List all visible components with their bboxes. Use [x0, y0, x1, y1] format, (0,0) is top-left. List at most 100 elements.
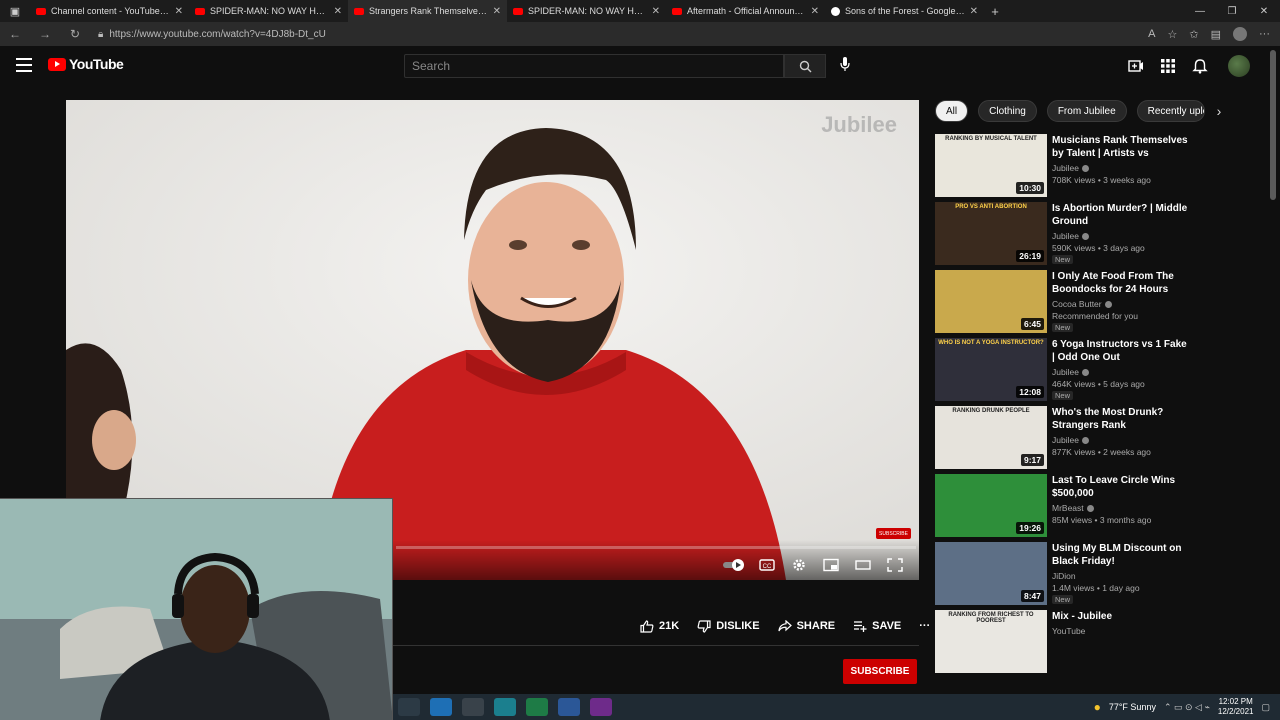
recommended-video[interactable]: 8:47 Using My BLM Discount on Black Frida…	[935, 542, 1265, 610]
calculator-icon[interactable]	[526, 698, 548, 716]
close-tab-icon[interactable]: ✕	[175, 6, 183, 17]
theater-mode-icon[interactable]	[855, 558, 871, 572]
recommended-video[interactable]: 6:45 I Only Ate Food From The Boondocks f…	[935, 270, 1265, 338]
youtube-logo[interactable]: YouTube	[48, 56, 124, 72]
collections-icon[interactable]: ▤	[1211, 28, 1221, 41]
browser-tab[interactable]: SPIDER-MAN: NO WAY HOME (2021) ✕	[189, 0, 348, 22]
dislike-button[interactable]: DISLIKE	[697, 619, 760, 633]
video-title[interactable]: Is Abortion Murder? | Middle Ground	[1052, 202, 1192, 228]
channel-name[interactable]: Cocoa Butter	[1052, 298, 1192, 310]
more-actions-icon[interactable]: ···	[919, 620, 930, 632]
browser-tab[interactable]: SPIDER-MAN: NO WAY HOME (2021) ✕	[507, 0, 666, 22]
channel-name[interactable]: Jubilee	[1052, 162, 1192, 174]
miniplayer-icon[interactable]	[823, 558, 839, 572]
account-avatar[interactable]	[1228, 55, 1250, 77]
channel-name[interactable]: Jubilee	[1052, 434, 1192, 446]
back-icon[interactable]: ←	[0, 27, 30, 41]
close-tab-icon[interactable]: ✕	[652, 6, 660, 17]
video-thumbnail[interactable]: RANKING FROM RICHEST TO POOREST	[935, 610, 1047, 673]
apps-grid-icon[interactable]	[1160, 58, 1176, 74]
chip-clothing[interactable]: Clothing	[978, 100, 1037, 122]
microphone-button[interactable]	[836, 56, 854, 76]
search-button[interactable]	[784, 54, 826, 78]
subscribe-overlay-button[interactable]: SUBSCRIBE	[876, 528, 911, 539]
tab-actions-icon[interactable]: ▣	[0, 0, 30, 22]
channel-name[interactable]: Jubilee	[1052, 366, 1192, 378]
recommended-video[interactable]: RANKING DRUNK PEOPLE 9:17 Who's the Most D…	[935, 406, 1265, 474]
url-field[interactable]: 🔒︎ https://www.youtube.com/watch?v=4DJ8b…	[98, 25, 1058, 43]
video-title[interactable]: 6 Yoga Instructors vs 1 Fake | Odd One O…	[1052, 338, 1192, 364]
word-icon[interactable]	[558, 698, 580, 716]
weather-text[interactable]: 77°F Sunny	[1109, 702, 1156, 712]
close-tab-icon[interactable]: ✕	[811, 6, 819, 17]
notifications-bell-icon[interactable]	[1192, 58, 1208, 74]
channel-name[interactable]: MrBeast	[1052, 502, 1192, 514]
close-tab-icon[interactable]: ✕	[334, 6, 342, 17]
video-thumbnail[interactable]: WHO IS NOT A YOGA INSTRUCTOR? 12:08	[935, 338, 1047, 401]
video-thumbnail[interactable]: RANKING BY MUSICAL TALENT 10:30	[935, 134, 1047, 197]
recommended-video[interactable]: 19:26 Last To Leave Circle Wins $500,000 M…	[935, 474, 1265, 542]
share-button[interactable]: SHARE	[777, 620, 835, 632]
edge-dev-icon[interactable]	[494, 698, 516, 716]
profile-avatar[interactable]	[1233, 27, 1247, 41]
recommended-video[interactable]: WHO IS NOT A YOGA INSTRUCTOR? 12:08 6 Yoga…	[935, 338, 1265, 406]
minimize-icon[interactable]: —	[1184, 6, 1216, 17]
create-video-icon[interactable]	[1128, 58, 1144, 74]
video-title[interactable]: I Only Ate Food From The Boondocks for 2…	[1052, 270, 1192, 296]
video-title[interactable]: Mix - Jubilee	[1052, 610, 1192, 623]
video-title[interactable]: Using My BLM Discount on Black Friday!	[1052, 542, 1192, 568]
editor-app-icon[interactable]	[590, 698, 612, 716]
maximize-icon[interactable]: ❐	[1216, 6, 1248, 17]
browser-tab-active[interactable]: Strangers Rank Themselves Richest ✕	[348, 0, 507, 22]
tray-icons[interactable]: ⌃ ▭ ⊙ ◁ ⌁	[1164, 702, 1210, 713]
browser-tab[interactable]: Channel content - YouTube Studio ✕	[30, 0, 189, 22]
channel-watermark[interactable]: Jubilee	[821, 112, 897, 138]
chip-from-jubilee[interactable]: From Jubilee	[1046, 100, 1127, 122]
favorite-star-icon[interactable]: ☆	[1168, 28, 1178, 41]
obs-icon[interactable]	[462, 698, 484, 716]
channel-name[interactable]: JiDion	[1052, 570, 1192, 582]
autoplay-toggle-icon[interactable]	[722, 558, 746, 572]
like-button[interactable]: 21K	[640, 619, 679, 633]
close-window-icon[interactable]: ✕	[1248, 6, 1280, 17]
chip-all[interactable]: All	[935, 100, 969, 122]
clock[interactable]: 12:02 PM 12/2/2021	[1218, 697, 1254, 717]
video-title[interactable]: Who's the Most Drunk? Strangers Rank The…	[1052, 406, 1192, 432]
chevron-right-icon[interactable]: ›	[1217, 103, 1222, 119]
video-thumbnail[interactable]: PRO VS ANTI ABORTION 26:19	[935, 202, 1047, 265]
video-title[interactable]: Last To Leave Circle Wins $500,000	[1052, 474, 1192, 500]
video-title[interactable]: Musicians Rank Themselves by Talent | Ar…	[1052, 134, 1192, 160]
settings-gear-icon[interactable]	[791, 558, 807, 572]
more-menu-icon[interactable]: ···	[1259, 28, 1270, 40]
save-button[interactable]: SAVE	[853, 620, 901, 632]
new-tab-icon[interactable]: +	[984, 4, 1006, 19]
favorites-icon[interactable]: ✩	[1189, 28, 1198, 41]
video-thumbnail[interactable]: 8:47	[935, 542, 1047, 605]
hamburger-menu-icon[interactable]	[16, 58, 32, 72]
refresh-icon[interactable]: ↻	[60, 27, 90, 41]
close-tab-icon[interactable]: ✕	[493, 6, 501, 17]
edge-browser-icon[interactable]	[430, 698, 452, 716]
forward-icon[interactable]: →	[30, 27, 60, 41]
start-store-icon[interactable]	[398, 698, 420, 716]
close-tab-icon[interactable]: ✕	[970, 6, 978, 17]
recommended-video[interactable]: PRO VS ANTI ABORTION 26:19 Is Abortion Mur…	[935, 202, 1265, 270]
scrollbar-thumb[interactable]	[1270, 50, 1276, 200]
chip-recently-uploaded[interactable]: Recently uploaded	[1136, 100, 1205, 122]
channel-name[interactable]: Jubilee	[1052, 230, 1192, 242]
video-thumbnail[interactable]: RANKING DRUNK PEOPLE 9:17	[935, 406, 1047, 469]
recommended-video[interactable]: RANKING FROM RICHEST TO POOREST Mix - Jub…	[935, 610, 1265, 678]
read-aloud-icon[interactable]: A	[1148, 28, 1155, 40]
search-input[interactable]	[404, 54, 784, 78]
video-thumbnail[interactable]: 6:45	[935, 270, 1047, 333]
channel-name[interactable]: YouTube	[1052, 625, 1192, 637]
notifications-icon[interactable]: ▢	[1261, 702, 1270, 713]
progress-bar[interactable]	[396, 546, 916, 549]
fullscreen-icon[interactable]	[887, 558, 903, 572]
browser-tab[interactable]: Sons of the Forest - Google Search ✕	[825, 0, 984, 22]
video-thumbnail[interactable]: 19:26	[935, 474, 1047, 537]
subscribe-button[interactable]: SUBSCRIBE	[843, 659, 917, 684]
recommended-video[interactable]: RANKING BY MUSICAL TALENT 10:30 Musicians …	[935, 134, 1265, 202]
captions-icon[interactable]: CC	[759, 558, 775, 572]
browser-tab[interactable]: Aftermath - Official Announcement ✕	[666, 0, 825, 22]
